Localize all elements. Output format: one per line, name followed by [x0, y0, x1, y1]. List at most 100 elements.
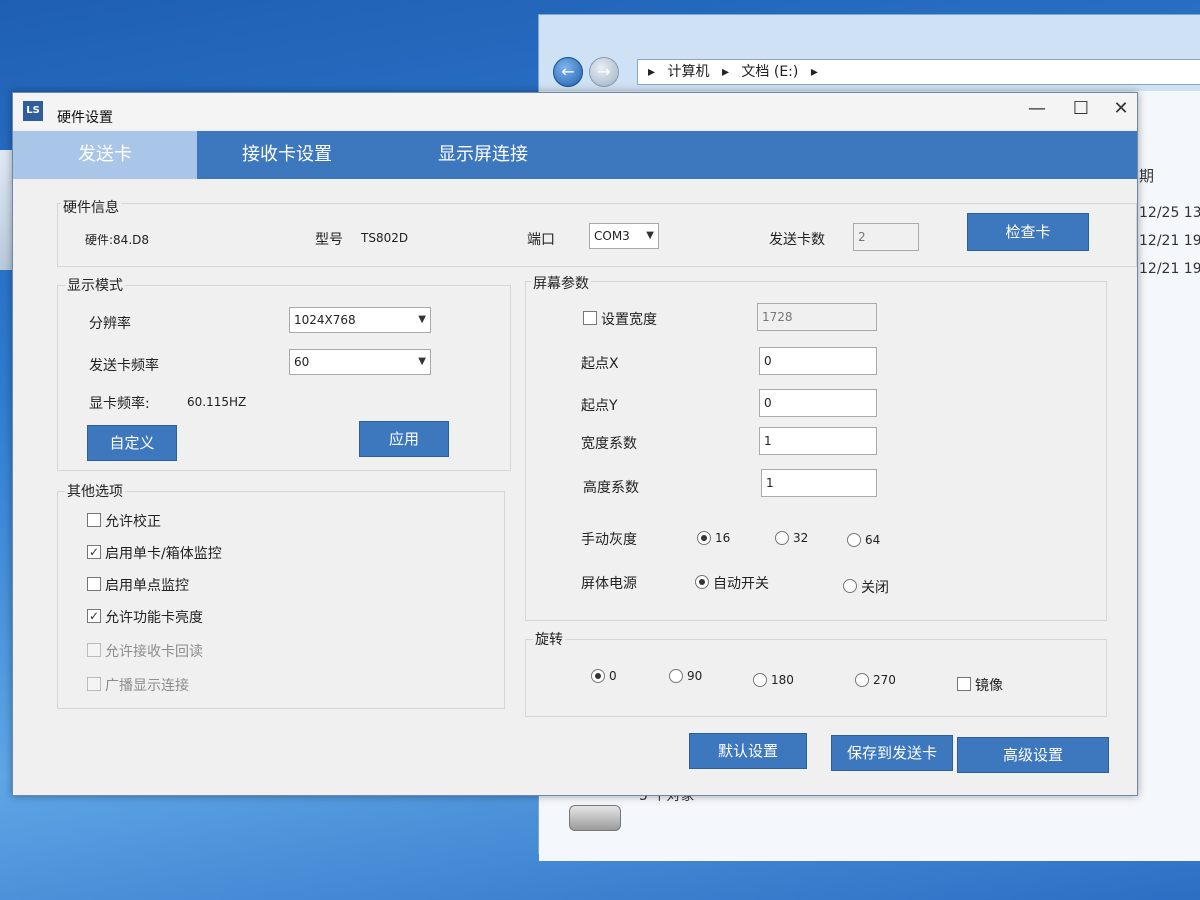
app-icon: LS: [23, 101, 43, 121]
broadcast-display-label: 广播显示连接: [105, 678, 189, 694]
resolution-label: 分辨率: [89, 316, 131, 332]
manual-gray-label: 手动灰度: [581, 532, 637, 548]
start-y-field[interactable]: 0: [759, 389, 877, 417]
maximize-button[interactable]: ☐: [1061, 95, 1101, 123]
title-bar: LS 硬件设置 — ☐ ✕: [13, 93, 1137, 129]
tab-receiving-card[interactable]: 接收卡设置: [197, 131, 377, 179]
rotation-90-label: 90: [687, 669, 703, 683]
model-value: TS802D: [361, 231, 409, 245]
hardware-version: 硬件:84.D8: [85, 233, 150, 247]
breadcrumb-item-drive[interactable]: 文档 (E:): [741, 64, 798, 80]
card-cabinet-monitor-label: 启用单卡/箱体监控: [105, 546, 222, 562]
date-cell: 12/25 13: [1139, 205, 1200, 221]
height-coefficient-label: 高度系数: [583, 480, 639, 496]
gpu-frequency-label: 显卡频率:: [89, 396, 150, 412]
model-label: 型号: [315, 232, 343, 248]
breadcrumb[interactable]: ▸ 计算机 ▸ 文档 (E:) ▸: [637, 59, 1200, 85]
function-card-brightness-checkbox[interactable]: ✓: [87, 609, 101, 623]
gray-64-radio[interactable]: [847, 533, 861, 547]
set-width-checkbox[interactable]: [583, 311, 597, 325]
width-coefficient-label: 宽度系数: [581, 436, 637, 452]
rotation-90-radio[interactable]: [669, 669, 683, 683]
apply-button[interactable]: 应用: [359, 421, 449, 457]
gray-16-radio[interactable]: [697, 531, 711, 545]
rotation-270-radio[interactable]: [855, 673, 869, 687]
window-title: 硬件设置: [57, 110, 113, 126]
rotation-180-radio[interactable]: [753, 673, 767, 687]
mirror-label: 镜像: [975, 678, 1003, 694]
hardware-settings-dialog: LS 硬件设置 — ☐ ✕ 发送卡 接收卡设置 显示屏连接 硬件信息 硬件:84…: [12, 92, 1138, 796]
hardware-info-title: 硬件信息: [61, 197, 121, 217]
chevron-down-icon: ▼: [418, 356, 426, 367]
height-coefficient-field[interactable]: 1: [761, 469, 877, 497]
start-x-field[interactable]: 0: [759, 347, 877, 375]
resolution-select[interactable]: 1024X768 ▼: [289, 307, 431, 333]
check-card-button[interactable]: 检查卡: [967, 213, 1089, 251]
breadcrumb-item-computer[interactable]: 计算机: [667, 64, 709, 80]
screen-params-title: 屏幕参数: [531, 273, 591, 293]
set-width-label: 设置宽度: [601, 312, 657, 328]
display-mode-title: 显示模式: [65, 275, 125, 295]
tab-screen-connection[interactable]: 显示屏连接: [377, 131, 589, 179]
allow-calibration-label: 允许校正: [105, 514, 161, 530]
point-monitor-label: 启用单点监控: [105, 578, 189, 594]
close-button[interactable]: ✕: [1101, 95, 1141, 123]
frequency-label: 发送卡频率: [89, 358, 159, 374]
date-cell: 12/21 19: [1139, 233, 1200, 249]
start-x-label: 起点X: [581, 356, 619, 372]
card-cabinet-monitor-checkbox[interactable]: ✓: [87, 545, 101, 559]
column-header-date[interactable]: 期: [1139, 165, 1154, 186]
width-field[interactable]: 1728: [757, 303, 877, 331]
port-label: 端口: [527, 232, 555, 248]
port-value: COM3: [594, 229, 630, 243]
mirror-checkbox[interactable]: [957, 677, 971, 691]
power-auto-label: 自动开关: [713, 576, 769, 592]
tab-bar: 发送卡 接收卡设置 显示屏连接: [13, 131, 1137, 179]
gray-32-radio[interactable]: [775, 531, 789, 545]
point-monitor-checkbox[interactable]: [87, 577, 101, 591]
card-count-field[interactable]: 2: [853, 223, 919, 251]
other-options-title: 其他选项: [65, 481, 125, 501]
power-off-radio[interactable]: [843, 579, 857, 593]
allow-calibration-checkbox[interactable]: [87, 513, 101, 527]
start-y-label: 起点Y: [581, 398, 618, 414]
resolution-value: 1024X768: [294, 313, 356, 327]
custom-button[interactable]: 自定义: [87, 425, 177, 461]
rotation-0-label: 0: [609, 669, 617, 683]
frequency-select[interactable]: 60 ▼: [289, 349, 431, 375]
chevron-down-icon: ▼: [646, 230, 654, 241]
broadcast-display-checkbox[interactable]: [87, 677, 101, 691]
advanced-settings-button[interactable]: 高级设置: [957, 737, 1109, 773]
gpu-frequency-value: 60.115HZ: [187, 395, 247, 409]
background-window-edge: [0, 150, 12, 270]
back-button[interactable]: ←: [553, 57, 583, 87]
rotation-0-radio[interactable]: [591, 669, 605, 683]
minimize-button[interactable]: —: [1017, 95, 1057, 123]
breadcrumb-arrow-icon: ▸: [810, 64, 818, 80]
gray-16-label: 16: [715, 531, 731, 545]
frequency-value: 60: [294, 355, 310, 369]
drive-icon: [569, 805, 621, 831]
width-coefficient-field[interactable]: 1: [759, 427, 877, 455]
rotation-180-label: 180: [771, 673, 794, 687]
rotation-270-label: 270: [873, 673, 896, 687]
gray-32-label: 32: [793, 531, 809, 545]
function-card-brightness-label: 允许功能卡亮度: [105, 610, 203, 626]
address-bar: ← → ▸ 计算机 ▸ 文档 (E:) ▸: [545, 55, 1200, 89]
port-select[interactable]: COM3 ▼: [589, 223, 659, 249]
chevron-down-icon: ▼: [418, 314, 426, 325]
receiving-card-readback-label: 允许接收卡回读: [105, 644, 203, 660]
save-to-card-button[interactable]: 保存到发送卡: [831, 735, 953, 771]
breadcrumb-arrow-icon: ▸: [648, 64, 656, 80]
forward-button[interactable]: →: [589, 57, 619, 87]
default-settings-button[interactable]: 默认设置: [689, 733, 807, 769]
power-auto-radio[interactable]: [695, 575, 709, 589]
rotation-title: 旋转: [533, 629, 565, 649]
breadcrumb-arrow-icon: ▸: [721, 64, 729, 80]
date-cell: 12/21 19: [1139, 261, 1200, 277]
receiving-card-readback-checkbox[interactable]: [87, 643, 101, 657]
gray-64-label: 64: [865, 533, 881, 547]
tab-sending-card[interactable]: 发送卡: [13, 131, 197, 179]
screen-power-label: 屏体电源: [581, 576, 637, 592]
card-count-label: 发送卡数: [769, 232, 825, 248]
